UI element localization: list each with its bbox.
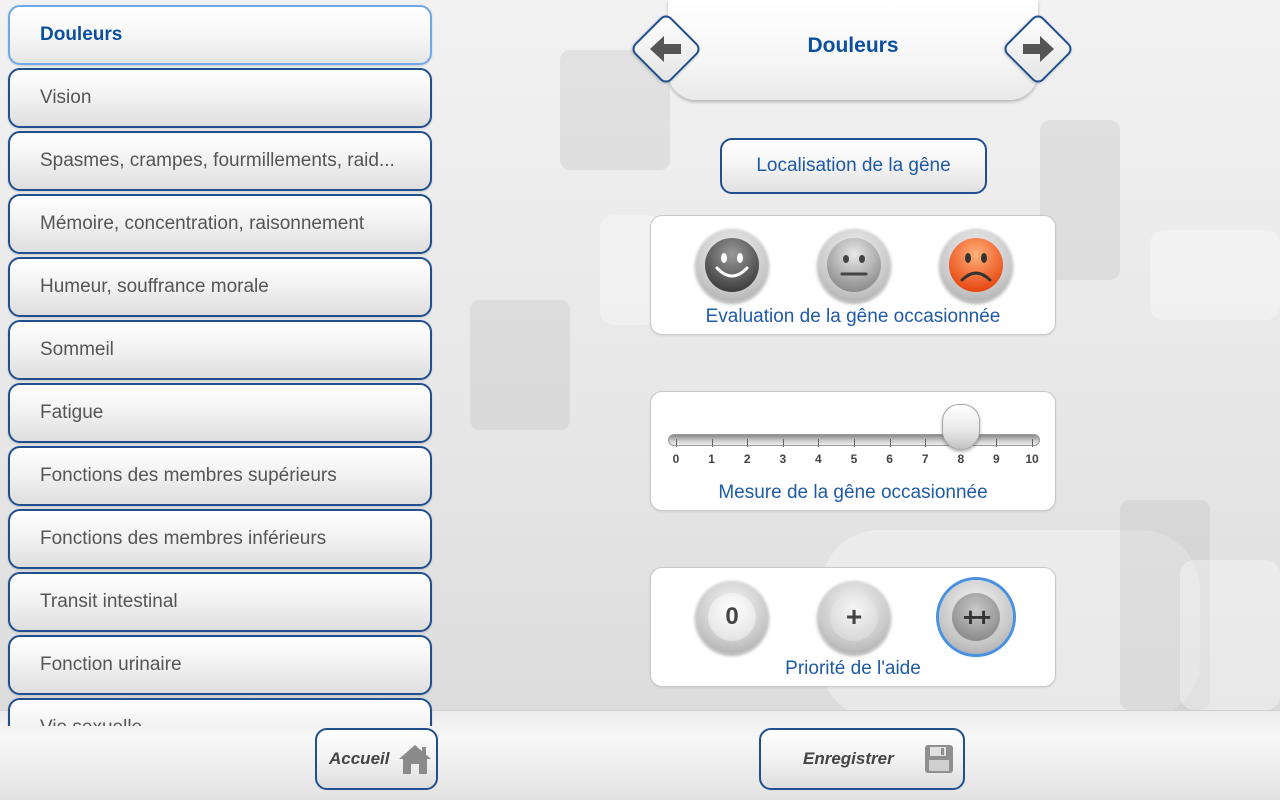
sidebar-item-label: Vision xyxy=(40,87,92,108)
priority-plus-plus-label: ++ xyxy=(952,593,1000,641)
priorite-panel: 0 + ++ Priorité de l'aide xyxy=(650,567,1056,687)
sidebar-item-memoire[interactable]: Mémoire, concentration, raisonnement xyxy=(8,194,432,254)
home-icon xyxy=(399,745,432,774)
slider-tick-label: 7 xyxy=(921,452,929,466)
slider-tick xyxy=(747,439,749,447)
slider-tick-label: 9 xyxy=(993,452,1000,466)
priority-zero-button[interactable]: 0 xyxy=(695,580,769,654)
sidebar-item-sommeil[interactable]: Sommeil xyxy=(8,320,432,380)
sidebar-item-vie-sexuelle[interactable]: Vie sexuelle xyxy=(8,698,432,726)
sidebar-item-label: Fatigue xyxy=(40,402,104,423)
sidebar-item-label: Humeur, souffrance morale xyxy=(40,276,269,297)
slider-tick-label: 1 xyxy=(708,452,715,466)
sidebar-item-fatigue[interactable]: Fatigue xyxy=(8,383,432,443)
priority-plus-plus-button[interactable]: ++ xyxy=(939,580,1013,654)
page-title: Douleurs xyxy=(807,34,899,57)
sidebar-item-humeur[interactable]: Humeur, souffrance morale xyxy=(8,257,432,317)
slider-tick xyxy=(854,439,855,447)
accueil-label: Accueil xyxy=(329,749,390,768)
slider-tick xyxy=(676,439,677,447)
sidebar-item-douleurs[interactable]: Douleurs xyxy=(8,5,432,65)
sidebar-item-membres-superieurs[interactable]: Fonctions des membres supérieurs xyxy=(8,446,432,506)
slider-tick xyxy=(711,439,713,447)
gene-slider-thumb[interactable] xyxy=(941,404,980,450)
sidebar-item-fonction-urinaire[interactable]: Fonction urinaire xyxy=(8,635,432,695)
sidebar-item-label: Spasmes, crampes, fourmillements, raid..… xyxy=(40,150,395,171)
slider-tick-label: 8 xyxy=(957,452,965,466)
sidebar-item-label: Fonctions des membres supérieurs xyxy=(40,465,337,486)
sidebar-item-spasmes[interactable]: Spasmes, crampes, fourmillements, raid..… xyxy=(8,131,432,191)
sidebar-item-label: Sommeil xyxy=(40,339,114,360)
slider-tick xyxy=(996,439,998,447)
mesure-panel: 0 1 2 3 4 5 6 7 8 9 10 Mesure de la gêne occasionn… xyxy=(650,391,1056,511)
slider-tick xyxy=(818,439,820,447)
enregistrer-label: Enregistrer xyxy=(803,749,894,768)
mesure-label: Mesure de la gêne occasionnée xyxy=(718,482,988,503)
sidebar-item-transit-intestinal[interactable]: Transit intestinal xyxy=(8,572,432,632)
sad-face-icon xyxy=(949,238,1003,292)
priority-zero-label: 0 xyxy=(708,593,756,641)
localisation-button[interactable]: Localisation de la gêne xyxy=(720,138,987,194)
happy-face-icon xyxy=(705,238,759,292)
evaluation-panel: Evaluation de la gêne occasionnée xyxy=(650,215,1056,335)
slider-tick xyxy=(782,439,784,447)
slider-tick-label: 4 xyxy=(815,452,822,466)
sidebar-item-label: Mémoire, concentration, raisonnement xyxy=(40,213,365,234)
sidebar-item-label: Vie sexuelle xyxy=(40,717,142,726)
arrow-left-icon[interactable] xyxy=(640,23,692,75)
slider-tick xyxy=(1032,439,1033,447)
slider-tick-label: 10 xyxy=(1025,452,1039,466)
sidebar-item-label: Douleurs xyxy=(40,24,123,45)
evaluation-label: Evaluation de la gêne occasionnée xyxy=(705,306,1001,327)
sidebar-item-label: Fonction urinaire xyxy=(40,654,182,675)
slider-tick xyxy=(925,439,927,447)
sidebar-item-vision[interactable]: Vision xyxy=(8,68,432,128)
priorite-label: Priorité de l'aide xyxy=(785,658,921,679)
enregistrer-button[interactable]: Enregistrer xyxy=(759,728,965,790)
slider-tick-label: 6 xyxy=(886,452,893,466)
sidebar-item-label: Transit intestinal xyxy=(40,591,178,612)
sidebar-item-label: Fonctions des membres inférieurs xyxy=(40,528,327,549)
slider-tick-label: 2 xyxy=(743,452,751,466)
happy-face-button[interactable] xyxy=(695,228,769,302)
slider-tick-label: 0 xyxy=(672,452,680,466)
slider-tick-label: 3 xyxy=(779,452,787,466)
arrow-right-icon[interactable] xyxy=(1012,23,1064,75)
sad-face-button[interactable] xyxy=(939,228,1013,302)
sidebar: Douleurs Vision Spasmes, crampes, fourmi… xyxy=(0,0,440,726)
slider-tick xyxy=(889,439,891,447)
save-disk-icon xyxy=(924,745,953,773)
priority-plus-button[interactable]: + xyxy=(817,580,891,654)
slider-tick-label: 5 xyxy=(850,452,858,466)
priority-plus-label: + xyxy=(830,593,878,641)
sidebar-item-membres-inferieurs[interactable]: Fonctions des membres inférieurs xyxy=(8,509,432,569)
neutral-face-icon xyxy=(827,238,881,292)
neutral-face-button[interactable] xyxy=(817,228,891,302)
localisation-label: Localisation de la gêne xyxy=(756,155,951,176)
accueil-button[interactable]: Accueil xyxy=(315,728,438,790)
